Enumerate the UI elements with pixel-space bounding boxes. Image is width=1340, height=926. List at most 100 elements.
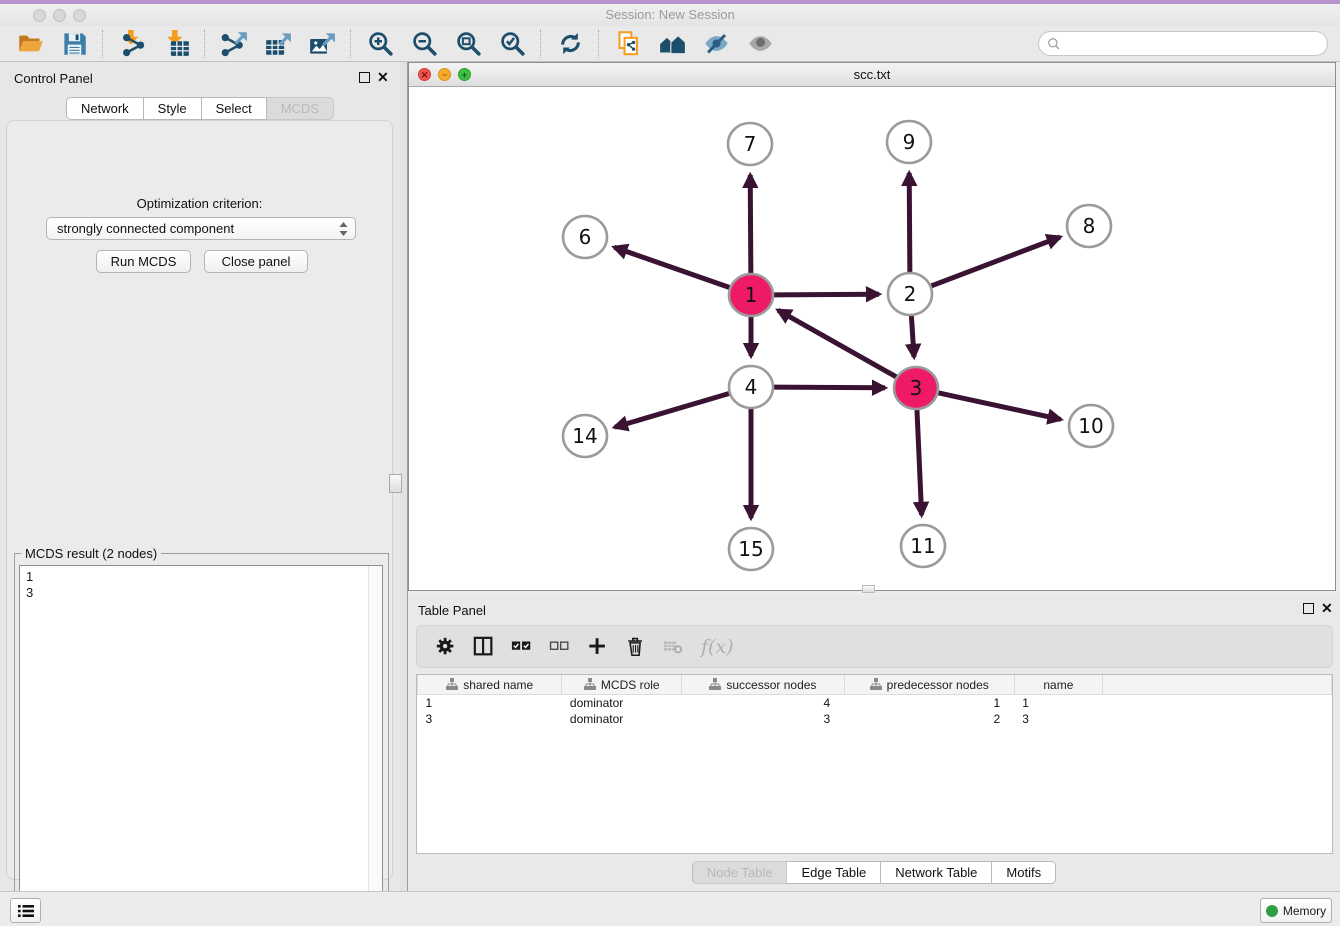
table-cell-filler — [1103, 711, 1332, 727]
horizontal-splitter-grip[interactable] — [862, 585, 875, 593]
export-image-icon[interactable] — [307, 29, 337, 59]
export-table-icon[interactable] — [263, 29, 293, 59]
column-header-filler — [1103, 675, 1332, 695]
toolbar-separator — [102, 30, 104, 58]
run-mcds-button[interactable]: Run MCDS — [96, 250, 191, 273]
table-row[interactable]: 1dominator411 — [418, 695, 1332, 712]
table-cell[interactable]: 2 — [844, 711, 1014, 727]
task-history-button[interactable] — [10, 898, 41, 923]
tab-mcds[interactable]: MCDS — [267, 97, 334, 120]
edge-2-3[interactable] — [911, 316, 914, 357]
graph-node-10[interactable]: 10 — [1069, 405, 1113, 447]
edge-1-2[interactable] — [773, 294, 879, 295]
column-header-predecessor-nodes[interactable]: predecessor nodes — [844, 675, 1014, 695]
table-cell[interactable]: 3 — [418, 711, 562, 727]
table-cell[interactable]: dominator — [562, 695, 682, 712]
table-tabs: Node TableEdge TableNetwork TableMotifs — [408, 861, 1340, 884]
result-scrollbar[interactable] — [368, 566, 382, 926]
import-table-icon[interactable] — [161, 29, 191, 59]
table-cell[interactable]: 1 — [844, 695, 1014, 712]
graph-node-14[interactable]: 14 — [563, 415, 607, 457]
edge-4-3[interactable] — [773, 387, 885, 388]
network-canvas[interactable]: 7 9 6 8 1 2 4 3 14 10 15 11 — [409, 87, 1335, 589]
result-line: 3 — [26, 585, 382, 601]
table-cell[interactable]: dominator — [562, 711, 682, 727]
graph-node-1[interactable]: 1 — [729, 274, 773, 316]
copy-network-icon[interactable] — [613, 29, 643, 59]
graph-node-6[interactable]: 6 — [563, 216, 607, 258]
edge-4-14[interactable] — [615, 393, 730, 427]
show-columns-icon[interactable] — [471, 634, 497, 660]
toolbar-separator — [350, 30, 352, 58]
export-network-icon[interactable] — [219, 29, 249, 59]
svg-text:11: 11 — [910, 534, 935, 558]
delete-row-icon[interactable] — [623, 634, 649, 660]
column-header-MCDS-role[interactable]: MCDS role — [562, 675, 682, 695]
edge-2-9[interactable] — [909, 173, 910, 272]
graph-node-8[interactable]: 8 — [1067, 205, 1111, 247]
tab-network[interactable]: Network — [66, 97, 144, 120]
close-table-panel-icon[interactable]: ✕ — [1321, 603, 1333, 614]
import-network-icon[interactable] — [117, 29, 147, 59]
zoom-in-icon[interactable] — [365, 29, 395, 59]
tab-motifs[interactable]: Motifs — [992, 861, 1056, 884]
tab-select[interactable]: Select — [202, 97, 267, 120]
refresh-icon[interactable] — [555, 29, 585, 59]
graph-node-11[interactable]: 11 — [901, 525, 945, 567]
home-view-icon[interactable] — [657, 29, 687, 59]
zoom-out-icon[interactable] — [409, 29, 439, 59]
unselect-all-icon[interactable] — [547, 634, 573, 660]
memory-label: Memory — [1283, 904, 1326, 918]
column-header-name[interactable]: name — [1014, 675, 1102, 695]
save-session-icon[interactable] — [59, 29, 89, 59]
zoom-fit-icon[interactable] — [453, 29, 483, 59]
edge-3-10[interactable] — [937, 393, 1060, 420]
mcds-result-list[interactable]: 13 — [19, 565, 383, 926]
tab-network-table[interactable]: Network Table — [881, 861, 992, 884]
graph-node-2[interactable]: 2 — [888, 273, 932, 315]
close-panel-icon[interactable]: ✕ — [377, 72, 389, 83]
float-table-panel-icon[interactable] — [1303, 603, 1314, 614]
search-box[interactable] — [1038, 31, 1328, 56]
svg-text:6: 6 — [579, 225, 592, 249]
edge-3-11[interactable] — [917, 410, 922, 515]
edge-1-6[interactable] — [614, 247, 730, 288]
tab-edge-table[interactable]: Edge Table — [787, 861, 881, 884]
table-cell[interactable]: 3 — [1014, 711, 1102, 727]
column-header-shared-name[interactable]: shared name — [418, 675, 562, 695]
table-cell[interactable]: 3 — [682, 711, 845, 727]
column-header-successor-nodes[interactable]: successor nodes — [682, 675, 845, 695]
float-panel-icon[interactable] — [359, 72, 370, 83]
mcds-result-title: MCDS result (2 nodes) — [21, 546, 161, 561]
optimization-dropdown[interactable]: strongly connected component — [46, 217, 356, 240]
graph-node-7[interactable]: 7 — [728, 123, 772, 165]
svg-text:1: 1 — [745, 283, 758, 307]
table-cell[interactable]: 1 — [418, 695, 562, 712]
tab-style[interactable]: Style — [144, 97, 202, 120]
control-panel-header: Control Panel ✕ — [0, 62, 400, 92]
table-row[interactable]: 3dominator323 — [418, 711, 1332, 727]
edge-1-7[interactable] — [750, 175, 751, 273]
vertical-splitter-grip[interactable] — [389, 474, 402, 493]
search-input[interactable] — [1061, 33, 1327, 55]
tab-node-table[interactable]: Node Table — [692, 861, 788, 884]
graph-node-9[interactable]: 9 — [887, 121, 931, 163]
table-cell[interactable]: 1 — [1014, 695, 1102, 712]
table-cell-filler — [1103, 695, 1332, 712]
select-all-icon[interactable] — [509, 634, 535, 660]
close-panel-button[interactable]: Close panel — [204, 250, 308, 273]
show-all-icon[interactable] — [745, 29, 775, 59]
edge-2-8[interactable] — [931, 237, 1060, 286]
zoom-selected-icon[interactable] — [497, 29, 527, 59]
memory-button[interactable]: Memory — [1260, 898, 1332, 923]
hide-selected-icon[interactable] — [701, 29, 731, 59]
table-settings-icon[interactable] — [433, 634, 459, 660]
table-cell[interactable]: 4 — [682, 695, 845, 712]
open-session-icon[interactable] — [15, 29, 45, 59]
add-row-icon[interactable] — [585, 634, 611, 660]
graph-node-4[interactable]: 4 — [729, 366, 773, 408]
node-table: shared nameMCDS rolesuccessor nodesprede… — [416, 674, 1333, 854]
edge-3-1[interactable] — [778, 310, 897, 377]
graph-node-3[interactable]: 3 — [894, 367, 938, 409]
graph-node-15[interactable]: 15 — [729, 528, 773, 570]
